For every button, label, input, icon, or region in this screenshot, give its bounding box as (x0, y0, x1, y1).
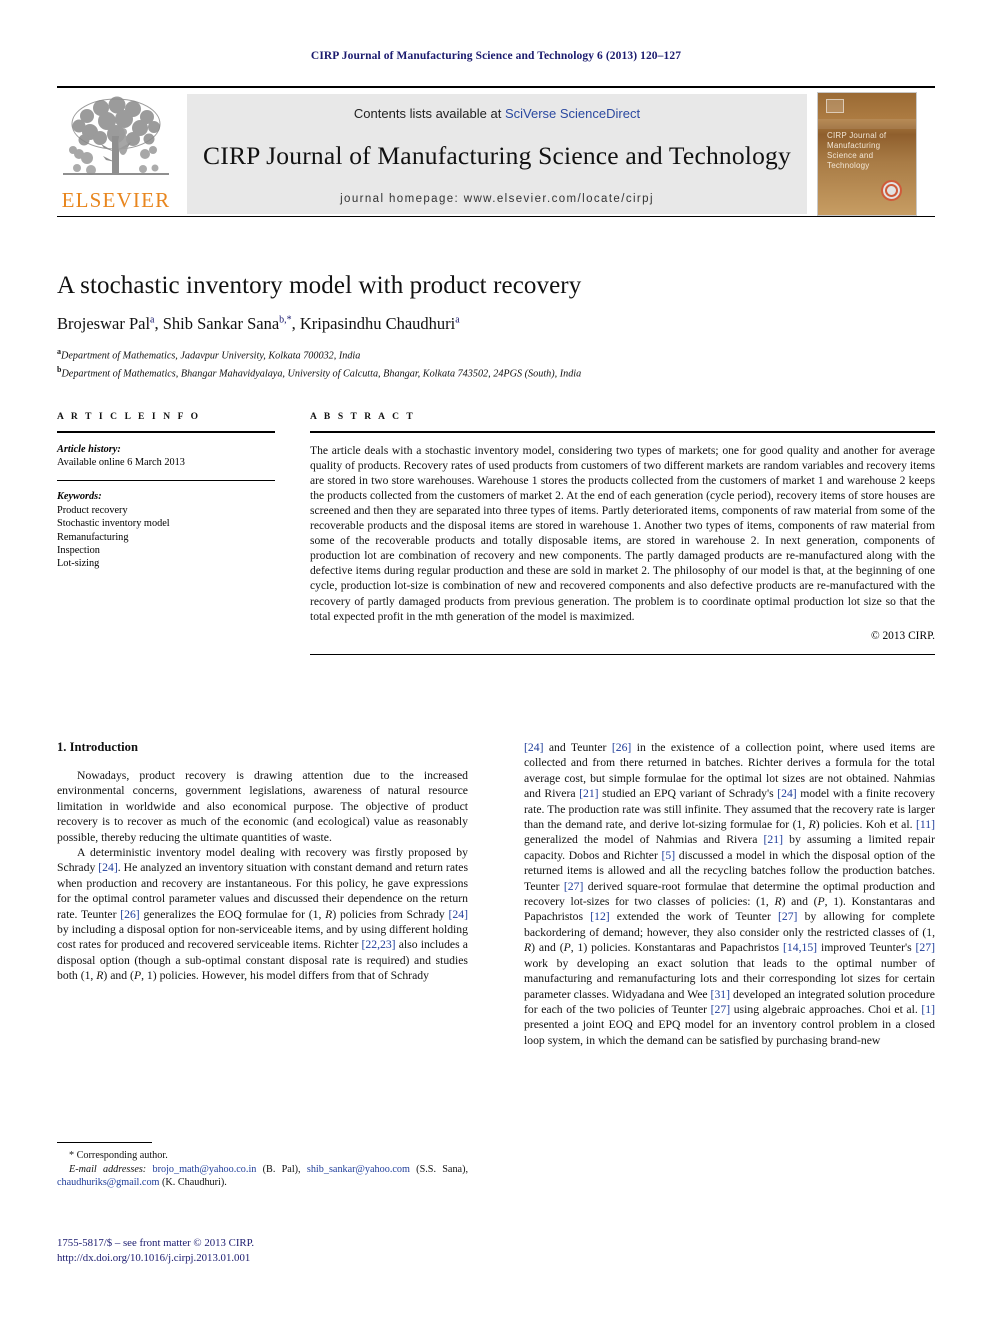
running-head: CIRP Journal of Manufacturing Science an… (310, 50, 682, 62)
affiliation-list: aDepartment of Mathematics, Jadavpur Uni… (57, 345, 935, 381)
keyword-item: Remanufacturing (57, 531, 129, 543)
keyword-item: Inspection (57, 545, 100, 557)
affiliation-b: bDepartment of Mathematics, Bhangar Maha… (57, 363, 935, 381)
email-addresses-note: E-mail addresses: brojo_math@yahoo.co.in… (57, 1163, 469, 1189)
abstract-text: The article deals with a stochastic inve… (310, 443, 935, 623)
article-info-heading: A R T I C L E I N F O (57, 412, 201, 422)
body-column-right: [24] and Teunter [26] in the existence o… (524, 740, 935, 1048)
article-info-column: A R T I C L E I N F O Article history: A… (57, 412, 275, 655)
abstract-rule-top (310, 431, 935, 433)
contents-prefix: Contents lists available at (353, 106, 505, 121)
paragraph: A deterministic inventory model dealing … (57, 846, 468, 983)
article-history-label: Article history: (57, 443, 121, 455)
elsevier-wordmark: ELSEVIER (61, 188, 171, 212)
journal-masthead: ELSEVIER Contents lists available at Sci… (57, 86, 935, 217)
affiliation-a: aDepartment of Mathematics, Jadavpur Uni… (57, 345, 935, 363)
elsevier-tree-icon (63, 96, 169, 175)
abstract-copyright: © 2013 CIRP. (870, 629, 935, 642)
cirp-emblem-icon (881, 180, 902, 201)
footnote-block: * Corresponding author. E-mail addresses… (57, 1142, 468, 1190)
cover-title-text: CIRP Journal of Manufacturing Science an… (827, 131, 887, 170)
journal-banner: Contents lists available at SciVerse Sci… (187, 94, 807, 214)
title-block: A stochastic inventory model with produc… (57, 272, 935, 381)
footnote-rule (57, 1142, 152, 1143)
info-and-abstract: A R T I C L E I N F O Article history: A… (57, 412, 935, 656)
page-footer: 1755-5817/$ – see front matter © 2013 CI… (57, 1236, 557, 1265)
paragraph: [24] and Teunter [26] in the existence o… (524, 741, 936, 1047)
affiliation-text-b: Department of Mathematics, Bhangar Mahav… (61, 368, 582, 380)
journal-cover-thumbnail: CIRP Journal of Manufacturing Science an… (817, 92, 917, 216)
abstract-column: A B S T R A C T The article deals with a… (310, 412, 935, 656)
keyword-item: Lot-sizing (57, 558, 100, 570)
article-history-value: Available online 6 March 2013 (57, 457, 185, 468)
paper-page: CIRP Journal of Manufacturing Science an… (0, 0, 992, 1323)
contents-available-line: Contents lists available at SciVerse Sci… (354, 106, 640, 121)
cover-corner-mark (826, 99, 844, 113)
affiliation-text-a: Department of Mathematics, Jadavpur Univ… (61, 350, 361, 362)
elsevier-logo: ELSEVIER (57, 94, 175, 214)
article-info-separator (57, 480, 275, 482)
abstract-rule-bottom (310, 653, 935, 656)
journal-title: CIRP Journal of Manufacturing Science an… (203, 141, 791, 170)
keyword-item: Product recovery (57, 504, 128, 516)
abstract-heading: A B S T R A C T (310, 412, 416, 422)
page-title: A stochastic inventory model with produc… (57, 272, 582, 299)
issn-line: 1755-5817/$ – see front matter © 2013 CI… (57, 1237, 255, 1249)
paragraph: Nowadays, product recovery is drawing at… (57, 769, 468, 844)
corresponding-author-note: * Corresponding author. (69, 1150, 168, 1161)
masthead-bottom-rule (57, 216, 935, 217)
journal-homepage-link[interactable]: journal homepage: www.elsevier.com/locat… (340, 193, 654, 205)
author-list: Brojeswar Pala, Shib Sankar Sanab,*, Kri… (57, 314, 460, 333)
doi-link[interactable]: http://dx.doi.org/10.1016/j.cirpj.2013.0… (57, 1251, 557, 1266)
section-heading-introduction: 1. Introduction (57, 740, 138, 754)
body-column-left: 1. Introduction Nowadays, product recove… (57, 740, 468, 984)
sciencedirect-link[interactable]: SciVerse ScienceDirect (505, 106, 640, 121)
keywords-group: Keywords: Product recovery Stochastic in… (57, 490, 275, 570)
masthead-top-rule (57, 86, 935, 88)
keywords-label: Keywords: (57, 491, 102, 503)
cover-stripe (818, 119, 916, 129)
keyword-item: Stochastic inventory model (57, 518, 170, 530)
article-info-rule (57, 431, 275, 433)
article-history-group: Article history: Available online 6 Marc… (57, 443, 275, 470)
